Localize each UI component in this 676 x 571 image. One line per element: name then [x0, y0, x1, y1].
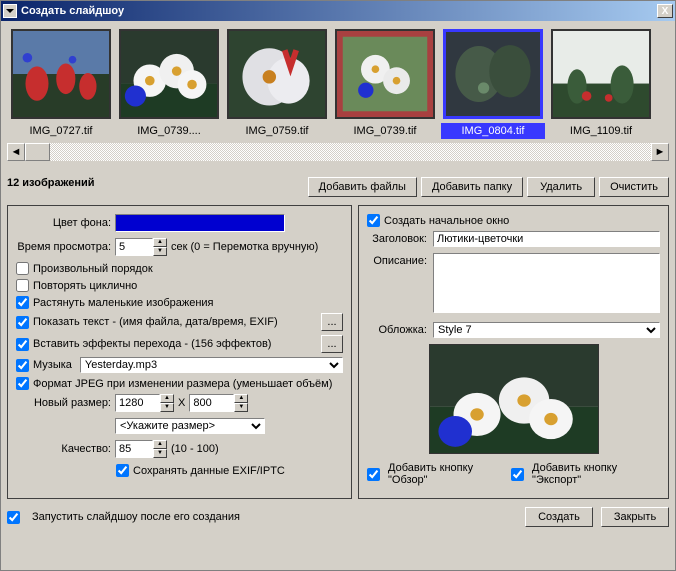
scroll-track[interactable]: [25, 143, 651, 161]
thumbnail-caption: IMG_0727.tif: [9, 123, 113, 139]
bg-color-label: Цвет фона:: [16, 217, 111, 229]
add-browse-label[interactable]: Добавить кнопку "Обзор": [388, 462, 507, 486]
effects-checkbox[interactable]: [16, 338, 29, 351]
thumbnail-item[interactable]: IMG_0727.tif: [9, 29, 113, 139]
create-startwin-label[interactable]: Создать начальное окно: [384, 215, 509, 227]
height-input[interactable]: [189, 394, 234, 412]
create-startwin-checkbox[interactable]: [367, 214, 380, 227]
clear-button[interactable]: Очистить: [599, 177, 669, 197]
thumbnail-caption: IMG_1109.tif: [549, 123, 653, 139]
cover-label: Обложка:: [367, 322, 427, 336]
width-up[interactable]: ▲: [160, 394, 174, 403]
thumbnail-caption: IMG_0804.tif: [441, 123, 545, 139]
effects-more-button[interactable]: ...: [321, 335, 343, 353]
thumbnail-item[interactable]: IMG_0739....: [117, 29, 221, 139]
showtext-label[interactable]: Показать текст - (имя файла, дата/время,…: [33, 316, 278, 328]
quality-input[interactable]: [115, 440, 153, 458]
keep-exif-label[interactable]: Сохранять данные EXIF/IPTC: [133, 465, 285, 477]
headline-input[interactable]: [433, 231, 660, 247]
titlebar: Создать слайдшоу X: [1, 1, 675, 21]
desc-textarea[interactable]: [433, 253, 660, 313]
thumbnail-image: [335, 29, 435, 119]
random-order-label[interactable]: Произвольный порядок: [33, 263, 153, 275]
height-up[interactable]: ▲: [234, 394, 248, 403]
add-export-label[interactable]: Добавить кнопку "Экспорт": [532, 462, 660, 486]
close-dialog-button[interactable]: Закрыть: [601, 507, 669, 527]
view-time-up[interactable]: ▲: [153, 238, 167, 247]
thumbnail-item[interactable]: IMG_0739.tif: [333, 29, 437, 139]
slideshow-dialog: Создать слайдшоу X IMG_0727.tifIMG_0739.…: [0, 0, 676, 571]
effects-label[interactable]: Вставить эффекты перехода - (156 эффекто…: [33, 338, 271, 350]
showtext-checkbox[interactable]: [16, 316, 29, 329]
settings-right-panel: Создать начальное окно Заголовок: Описан…: [358, 205, 669, 499]
view-time-input[interactable]: [115, 238, 153, 256]
desc-label: Описание:: [367, 253, 427, 267]
jpeg-checkbox[interactable]: [16, 377, 29, 390]
stretch-checkbox[interactable]: [16, 296, 29, 309]
quality-hint: (10 - 100): [171, 443, 219, 455]
thumbnail-item[interactable]: IMG_0759.tif: [225, 29, 329, 139]
music-checkbox[interactable]: [16, 359, 29, 372]
thumbnail-item[interactable]: IMG_1109.tif: [549, 29, 653, 139]
keep-exif-checkbox[interactable]: [116, 464, 129, 477]
thumbnail-caption: IMG_0739....: [117, 123, 221, 139]
view-time-hint: сек (0 = Перемотка вручную): [171, 241, 318, 253]
stretch-label[interactable]: Растянуть маленькие изображения: [33, 297, 214, 309]
view-time-down[interactable]: ▼: [153, 247, 167, 256]
window-title: Создать слайдшоу: [21, 5, 657, 17]
thumbnail-caption: IMG_0759.tif: [225, 123, 329, 139]
thumbnail-image: [551, 29, 651, 119]
quality-up[interactable]: ▲: [153, 440, 167, 449]
cover-image-icon: [430, 345, 598, 453]
add-folder-button[interactable]: Добавить папку: [421, 177, 523, 197]
bg-color-swatch[interactable]: [115, 214, 285, 232]
music-select[interactable]: Yesterday.mp3: [80, 357, 343, 373]
view-time-label: Время просмотра:: [16, 241, 111, 253]
jpeg-label[interactable]: Формат JPEG при изменении размера (умень…: [33, 378, 332, 390]
height-down[interactable]: ▼: [234, 403, 248, 412]
cover-style-select[interactable]: Style 7: [433, 322, 660, 338]
thumbnail-strip: IMG_0727.tifIMG_0739....IMG_0759.tifIMG_…: [7, 27, 669, 141]
loop-label[interactable]: Повторять циклично: [33, 280, 137, 292]
add-browse-checkbox[interactable]: [367, 468, 380, 481]
random-order-checkbox[interactable]: [16, 262, 29, 275]
create-button[interactable]: Создать: [525, 507, 593, 527]
showtext-more-button[interactable]: ...: [321, 313, 343, 331]
thumb-scrollbar: ◄ ►: [7, 143, 669, 161]
newsize-label: Новый размер:: [16, 397, 111, 409]
music-label[interactable]: Музыка: [33, 359, 72, 371]
thumbnail-item[interactable]: IMG_0804.tif: [441, 29, 545, 139]
run-after-label[interactable]: Запустить слайдшоу после его создания: [32, 511, 240, 523]
delete-button[interactable]: Удалить: [527, 177, 595, 197]
add-files-button[interactable]: Добавить файлы: [308, 177, 417, 197]
thumbnail-image: [443, 29, 543, 119]
run-after-checkbox[interactable]: [7, 511, 20, 524]
scroll-thumb[interactable]: [25, 143, 50, 161]
loop-checkbox[interactable]: [16, 279, 29, 292]
thumbnail-caption: IMG_0739.tif: [333, 123, 437, 139]
image-count-label: 12 изображений: [7, 177, 95, 189]
close-button[interactable]: X: [657, 4, 673, 18]
scroll-right-button[interactable]: ►: [651, 143, 669, 161]
add-export-checkbox[interactable]: [511, 468, 524, 481]
thumbnail-image: [227, 29, 327, 119]
thumbnail-image: [119, 29, 219, 119]
quality-label: Качество:: [16, 443, 111, 455]
scroll-left-button[interactable]: ◄: [7, 143, 25, 161]
quality-down[interactable]: ▼: [153, 449, 167, 458]
width-input[interactable]: [115, 394, 160, 412]
width-down[interactable]: ▼: [160, 403, 174, 412]
x-label: X: [178, 397, 185, 409]
size-preset-select[interactable]: <Укажите размер>: [115, 418, 265, 434]
thumbnail-image: [11, 29, 111, 119]
system-menu-icon[interactable]: [3, 4, 17, 18]
settings-left-panel: Цвет фона: Время просмотра: ▲ ▼ сек (0 =…: [7, 205, 352, 499]
cover-preview: [429, 344, 599, 454]
headline-label: Заголовок:: [367, 231, 427, 245]
